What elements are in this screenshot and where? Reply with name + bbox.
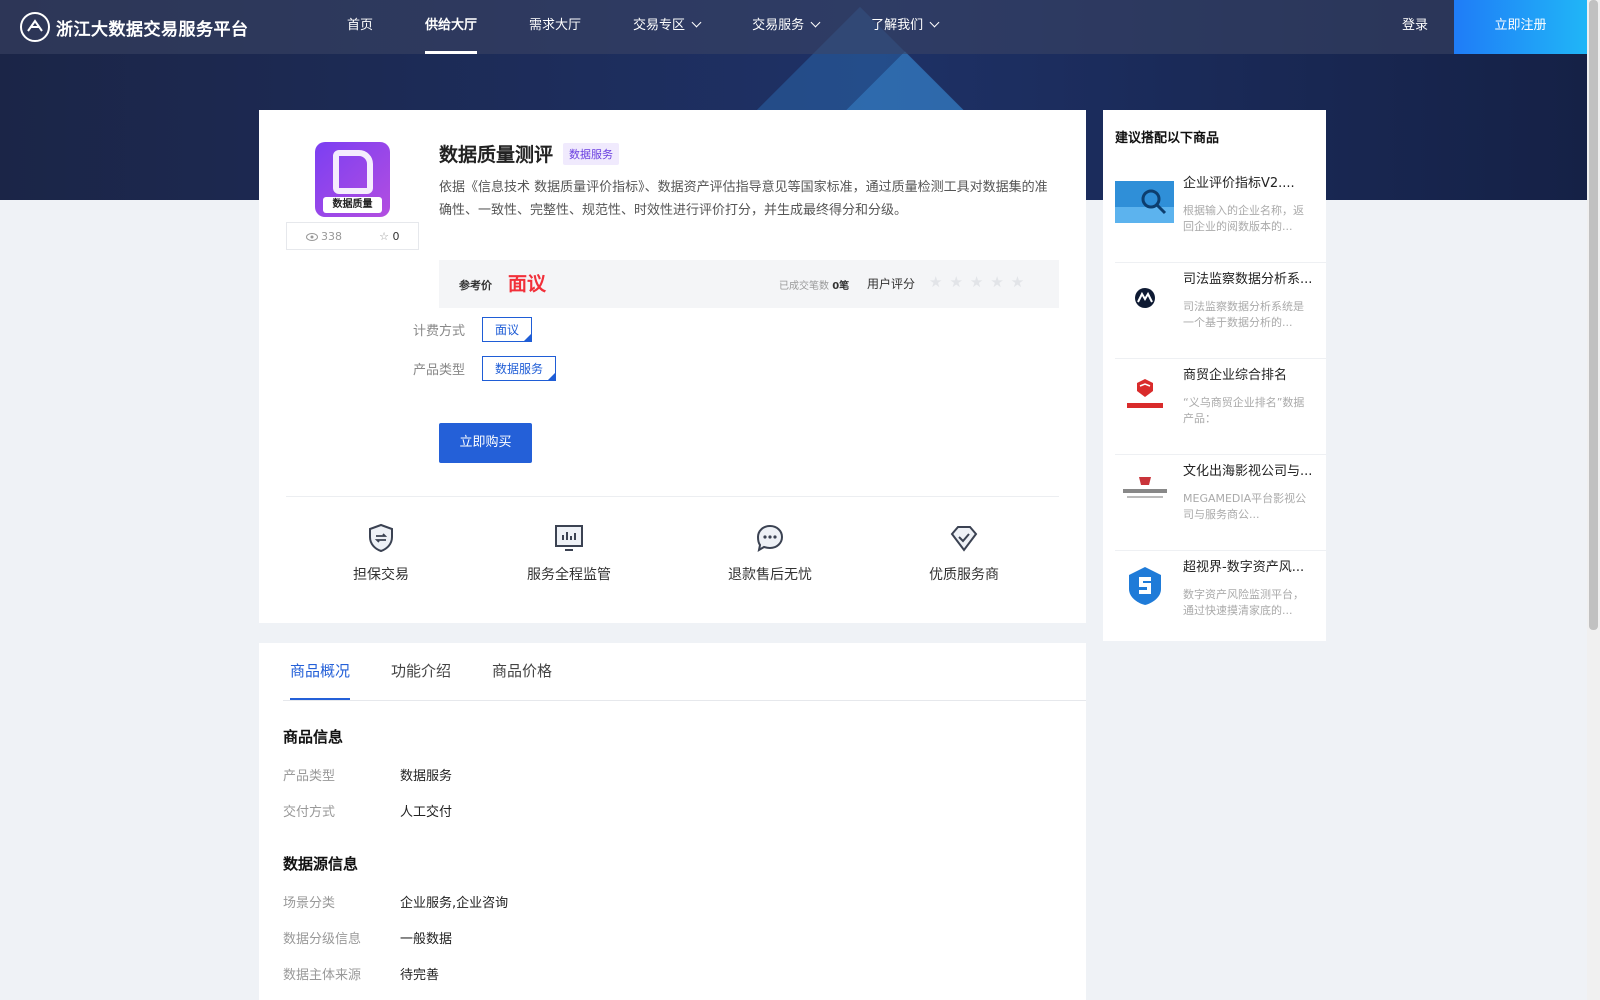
- nav-supply-hall[interactable]: 供给大厅: [425, 0, 478, 54]
- recommend-item[interactable]: 超视界-数字资产风... 数字资产风险监测平台，通过快速摸清家底的...: [1115, 551, 1326, 647]
- info-row: 产品类型 数据服务: [283, 765, 452, 784]
- scrollbar-thumb[interactable]: [1589, 0, 1598, 630]
- recommendation-panel: 建议搭配以下商品 企业评价指标V2.... 根据输入的企业名称，返回企业的阅数版…: [1103, 110, 1326, 641]
- chevron-down-icon: [929, 17, 940, 28]
- billing-option[interactable]: 面议: [482, 317, 533, 342]
- billing-label: 计费方式: [413, 324, 466, 339]
- info-row: 交付方式 人工交付: [283, 801, 452, 820]
- section-title-data-source: 数据源信息: [283, 855, 359, 873]
- product-logo-caption: 数据质量: [323, 197, 382, 213]
- info-key: 场景分类: [283, 896, 336, 911]
- logo-text: 浙江大数据交易服务平台: [56, 19, 249, 40]
- guarantee-label: 退款售后无忧: [728, 567, 812, 583]
- tab-divider: [283, 700, 1086, 701]
- price-value: 面议: [508, 273, 547, 295]
- top-nav-bar: 浙江大数据交易服务平台 首页 供给大厅 需求大厅 交易专区 交易服务 了解我们 …: [0, 0, 1587, 54]
- product-info-card: 商品概况 功能介绍 商品价格 商品信息 产品类型 数据服务 交付方式 人工交付 …: [259, 643, 1086, 1000]
- product-type-row: 产品类型 数据服务: [413, 356, 557, 381]
- site-logo[interactable]: 浙江大数据交易服务平台: [20, 12, 320, 42]
- guarantee-label: 优质服务商: [929, 567, 999, 583]
- recommend-desc: “义乌商贸企业排名”数据产品：: [1183, 396, 1305, 425]
- buy-now-button[interactable]: 立即购买: [439, 423, 532, 463]
- info-row: 数据分级信息 一般数据: [283, 928, 452, 947]
- tab-overview[interactable]: 商品概况: [290, 643, 351, 700]
- chevron-down-icon: [810, 17, 821, 28]
- recommend-desc: 根据输入的企业名称，返回企业的阅数版本的...: [1183, 204, 1304, 233]
- star-outline-icon: ☆: [379, 229, 389, 243]
- guarantee-label: 担保交易: [353, 567, 409, 583]
- nav-demand-hall[interactable]: 需求大厅: [529, 0, 581, 54]
- info-value: 企业服务,企业咨询: [400, 896, 509, 911]
- product-logo: 数据质量: [315, 142, 390, 217]
- shield-exchange-icon: [369, 523, 393, 553]
- nav-trade-zone[interactable]: 交易专区: [633, 0, 702, 54]
- product-title: 数据质量测评: [439, 144, 554, 166]
- rating-stars[interactable]: ★★★★★: [929, 273, 1031, 291]
- guarantee-refund: 退款售后无忧: [710, 522, 830, 584]
- eye-icon: [305, 232, 318, 241]
- recommend-desc: 数字资产风险监测平台，通过快速摸清家底的...: [1183, 588, 1304, 617]
- main-nav: 首页 供给大厅 需求大厅 交易专区 交易服务 了解我们: [320, 0, 990, 54]
- recommend-desc: MEGAMEDIA平台影视公司与服务商公...: [1183, 492, 1307, 521]
- info-value: 待完善: [400, 968, 440, 983]
- guarantee-supervision: 服务全程监管: [509, 522, 629, 584]
- product-category-badge: 数据服务: [563, 142, 620, 165]
- deal-count: 已成交笔数 0笔: [779, 281, 850, 292]
- nav-about-us[interactable]: 了解我们: [871, 0, 940, 54]
- recommend-item[interactable]: 商贸企业综合排名 “义乌商贸企业排名”数据产品：: [1115, 359, 1326, 455]
- recommend-thumbnail: [1123, 477, 1167, 498]
- product-type-label: 产品类型: [413, 363, 466, 378]
- product-description: 依据《信息技术 数据质量评价指标》、数据资产评估指导意见等国家标准，通过质量检测…: [439, 180, 1048, 218]
- favorites-stat[interactable]: ☆ 0: [379, 230, 399, 243]
- monitor-chart-icon: [555, 525, 583, 551]
- guarantee-label: 服务全程监管: [527, 567, 611, 583]
- info-value: 数据服务: [400, 769, 453, 784]
- recommend-thumbnail: [1135, 288, 1155, 308]
- info-row: 场景分类 企业服务,企业咨询: [283, 892, 508, 911]
- price-panel: 参考价 面议 已成交笔数 0笔 用户评分 ★★★★★: [439, 260, 1059, 308]
- recommend-item[interactable]: 文化出海影视公司与... MEGAMEDIA平台影视公司与服务商公...: [1115, 455, 1326, 551]
- info-key: 产品类型: [283, 769, 336, 784]
- page-scrollbar[interactable]: [1587, 0, 1600, 1000]
- guarantee-escrow: 担保交易: [321, 522, 441, 584]
- detail-tabs: 商品概况 功能介绍 商品价格: [290, 643, 593, 700]
- recommend-desc: 司法监察数据分析系统是一个基于数据分析的...: [1183, 300, 1304, 329]
- product-title-row: 数据质量测评 数据服务: [439, 140, 620, 167]
- logo-icon: [20, 12, 50, 42]
- recommendation-title: 建议搭配以下商品: [1115, 131, 1220, 146]
- billing-row: 计费方式 面议: [413, 317, 533, 342]
- tab-features[interactable]: 功能介绍: [391, 643, 451, 700]
- product-stats: 338 ☆ 0: [286, 222, 419, 250]
- register-button[interactable]: 立即注册: [1454, 0, 1587, 54]
- product-type-option[interactable]: 数据服务: [482, 356, 557, 381]
- tab-pricing[interactable]: 商品价格: [492, 643, 552, 700]
- recommend-item[interactable]: 司法监察数据分析系... 司法监察数据分析系统是一个基于数据分析的...: [1115, 263, 1326, 359]
- info-key: 数据分级信息: [283, 932, 362, 947]
- info-row: 数据主体来源 待完善: [283, 964, 439, 983]
- price-label: 参考价: [459, 279, 492, 292]
- chevron-down-icon: [691, 17, 702, 28]
- product-logo-glyph: [333, 150, 373, 194]
- info-key: 交付方式: [283, 805, 336, 820]
- section-title-product-info: 商品信息: [283, 728, 344, 746]
- recommend-thumbnail: [1115, 181, 1174, 223]
- info-value: 一般数据: [400, 932, 453, 947]
- info-key: 数据主体来源: [283, 968, 362, 983]
- rating-label: 用户评分: [867, 277, 916, 291]
- nav-trade-service[interactable]: 交易服务: [752, 0, 821, 54]
- info-value: 人工交付: [400, 805, 453, 820]
- views-stat: 338: [305, 230, 342, 243]
- login-link[interactable]: 登录: [1402, 0, 1428, 54]
- diamond-check-icon: [950, 526, 978, 552]
- chat-bubble-icon: [756, 524, 784, 553]
- recommend-thumbnail: [1127, 379, 1163, 408]
- recommend-thumbnail: [1129, 567, 1161, 605]
- guarantee-quality: 优质服务商: [904, 522, 1024, 584]
- recommend-item[interactable]: 企业评价指标V2.... 根据输入的企业名称，返回企业的阅数版本的...: [1115, 167, 1326, 263]
- nav-home[interactable]: 首页: [347, 0, 373, 54]
- product-detail-card: 数据质量 338 ☆ 0 数据质量测评 数据服务 依据《信息技术 数据质量评价指…: [259, 110, 1086, 623]
- divider: [286, 496, 1059, 497]
